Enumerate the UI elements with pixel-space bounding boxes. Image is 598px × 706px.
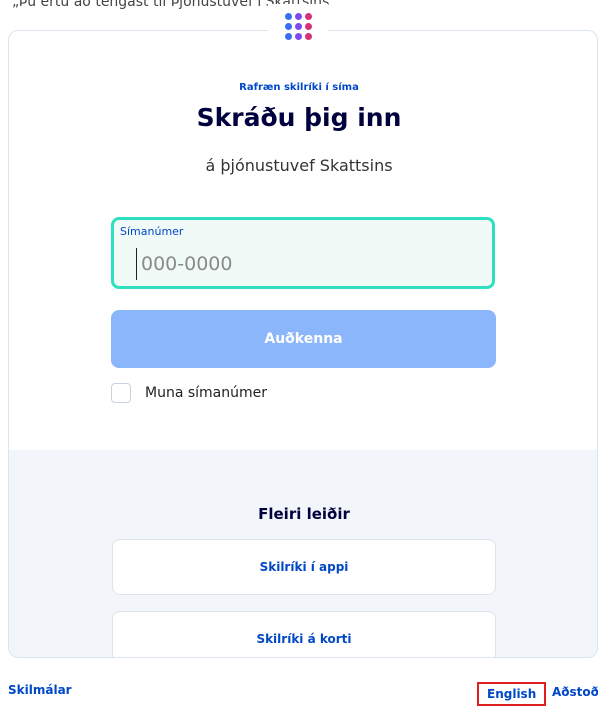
app-login-button[interactable]: Skilríki í appi [112, 539, 496, 595]
logo-dots-icon [284, 12, 312, 40]
terms-link[interactable]: Skilmálar [8, 683, 72, 697]
logo-dot [304, 22, 312, 30]
logo-dot [294, 32, 302, 40]
page-title: Skráðu þig inn [196, 103, 402, 132]
logo-dot [294, 22, 302, 30]
brand-logo [268, 4, 328, 48]
remember-phone-label: Muna símanúmer [145, 385, 268, 401]
language-link[interactable]: English [477, 682, 547, 706]
logo-dot [304, 32, 312, 40]
alternative-methods-section: Fleiri leiðir Skilríki í appi Skilríki á… [9, 450, 597, 657]
logo-dot [284, 32, 292, 40]
logo-dot [284, 12, 292, 20]
page-description: á þjónustuvef Skattsins [205, 156, 393, 175]
authenticate-button[interactable]: Auðkenna [111, 310, 496, 368]
logo-dot [284, 22, 292, 30]
alternative-methods-title: Fleiri leiðir [258, 505, 350, 523]
phone-field[interactable]: Símanúmer [111, 217, 495, 289]
remember-phone-row[interactable]: Muna símanúmer [111, 383, 267, 403]
remember-phone-checkbox[interactable] [111, 383, 131, 403]
phone-field-label: Símanúmer [120, 225, 184, 238]
logo-dot [304, 12, 312, 20]
card-login-button[interactable]: Skilríki á korti [112, 611, 496, 657]
logo-dot [294, 12, 302, 20]
help-link[interactable]: Aðstoð [552, 685, 598, 699]
phone-input[interactable] [136, 248, 473, 280]
login-eyebrow: Rafræn skilríki í síma [239, 82, 359, 93]
